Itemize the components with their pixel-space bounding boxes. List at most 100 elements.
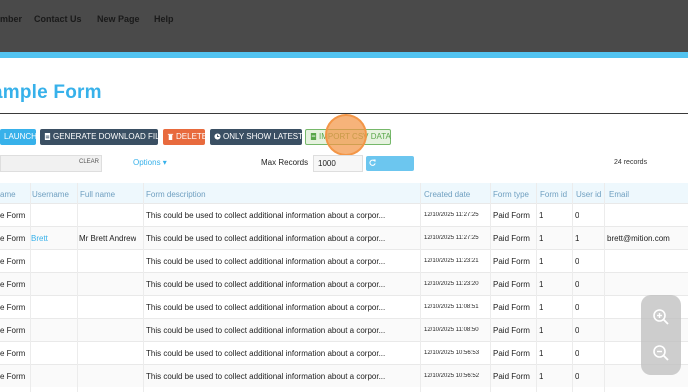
column-header-form-description[interactable]: Form description	[146, 190, 206, 199]
cell-created-date: 12/10/2025 11:08:51	[424, 304, 479, 310]
max-records-input[interactable]: 1000	[313, 155, 363, 172]
refresh-label: REFRESH	[369, 175, 403, 182]
cell-created-date: 12/10/2025 11:23:21	[424, 258, 479, 264]
column-divider	[77, 183, 78, 392]
cell-name: e Form	[0, 211, 26, 220]
cell-user-id: 0	[575, 349, 580, 358]
cell-full-name: Mr Brett Andrew	[79, 234, 137, 243]
only-show-latest-button[interactable]: ONLY SHOW LATEST	[210, 129, 304, 145]
page-title: ample Form	[0, 82, 102, 103]
column-header-form-id[interactable]: Form id	[540, 190, 567, 199]
cell-form-id: 1	[539, 349, 544, 358]
cell-user-id: 0	[575, 303, 580, 312]
column-divider	[572, 183, 573, 392]
delete-button[interactable]: DELETE	[163, 129, 207, 145]
cell-created-date: 12/10/2025 10:56:53	[424, 350, 480, 356]
cell-email: brett@mition.com	[607, 234, 670, 243]
cell-created-date: 12/10/2025 11:27:25	[424, 212, 479, 218]
cell-user-id: 0	[575, 326, 580, 335]
cell-form-description: This could be used to collect additional…	[146, 372, 386, 381]
column-divider	[490, 183, 491, 392]
cell-user-id: 0	[575, 280, 580, 289]
cell-form-type: Paid Form	[493, 234, 530, 243]
cell-created-date: 12/10/2025 11:08:50	[424, 327, 479, 333]
record-count: 24 records	[614, 159, 648, 166]
column-header-user-id[interactable]: User id	[576, 190, 601, 199]
cell-name: e Form	[0, 234, 26, 243]
cell-form-id: 1	[539, 234, 544, 243]
table-row[interactable]: e Form This could be used to collect addi…	[0, 272, 688, 295]
column-divider	[30, 183, 31, 392]
cell-user-id: 0	[575, 211, 580, 220]
column-header-username[interactable]: Username	[32, 190, 69, 199]
nav-item-contact-us[interactable]: Contact Us	[34, 14, 82, 24]
cell-name: e Form	[0, 257, 26, 266]
cell-name: e Form	[0, 280, 26, 289]
refresh-icon	[369, 159, 376, 166]
latest-label: ONLY SHOW LATEST	[223, 132, 304, 141]
column-header-created-date[interactable]: Created date	[424, 190, 470, 199]
cell-user-id: 1	[575, 234, 580, 243]
cell-created-date: 12/10/2025 11:27:25	[424, 235, 479, 241]
cell-form-type: Paid Form	[493, 326, 530, 335]
table-row[interactable]: e Form This could be used to collect addi…	[0, 295, 688, 318]
column-header-form-type[interactable]: Form type	[493, 190, 529, 199]
nav-item-member[interactable]: mber	[0, 14, 22, 24]
cell-user-id: 0	[575, 257, 580, 266]
cell-form-type: Paid Form	[493, 280, 530, 289]
table-row[interactable]: e Form This could be used to collect addi…	[0, 341, 688, 364]
column-divider	[420, 183, 421, 392]
launch-button[interactable]: LAUNCH	[0, 129, 37, 145]
download-file-icon	[44, 133, 51, 140]
zoom-in-button[interactable]	[641, 297, 681, 337]
cell-form-id: 1	[539, 257, 544, 266]
cell-form-description: This could be used to collect additional…	[146, 349, 386, 358]
column-divider	[143, 183, 144, 392]
cell-form-description: This could be used to collect additional…	[146, 257, 386, 266]
cell-form-description: This could be used to collect additional…	[146, 303, 386, 312]
cell-form-description: This could be used to collect additional…	[146, 211, 386, 220]
cell-form-description: This could be used to collect additional…	[146, 234, 386, 243]
cell-form-id: 1	[539, 211, 544, 220]
refresh-button[interactable]: REFRESH	[366, 156, 414, 182]
zoom-out-icon	[653, 345, 669, 361]
cell-username[interactable]: Brett	[31, 234, 48, 243]
cell-name: e Form	[0, 349, 26, 358]
zoom-out-button[interactable]	[641, 333, 681, 373]
column-header-name[interactable]: ame	[0, 190, 16, 199]
top-navigation: mber Contact Us New Page Help	[0, 0, 688, 52]
cell-form-type: Paid Form	[493, 349, 530, 358]
max-records-label: Max Records	[261, 158, 309, 167]
cell-form-type: Paid Form	[493, 303, 530, 312]
column-divider	[536, 183, 537, 392]
generate-label: GENERATE DOWNLOAD FILE	[53, 132, 165, 141]
clock-icon	[214, 133, 221, 140]
table-row[interactable]: e Form This could be used to collect addi…	[0, 364, 688, 387]
cell-form-type: Paid Form	[493, 257, 530, 266]
table-row[interactable]: e Form Brett Mr Brett Andrew This could be …	[0, 226, 688, 249]
zoom-controls	[641, 295, 681, 375]
cell-form-description: This could be used to collect additional…	[146, 280, 386, 289]
launch-label: LAUNCH	[4, 132, 37, 141]
nav-item-help[interactable]: Help	[154, 14, 174, 24]
accent-bar	[0, 52, 688, 58]
cell-created-date: 12/10/2025 10:56:52	[424, 373, 480, 379]
generate-download-button[interactable]: GENERATE DOWNLOAD FILE	[40, 129, 165, 145]
column-header-email[interactable]: Email	[609, 190, 629, 199]
cell-created-date: 12/10/2025 11:23:20	[424, 281, 479, 287]
cell-form-id: 1	[539, 372, 544, 381]
table-row[interactable]: e Form This could be used to collect addi…	[0, 203, 688, 226]
column-header-full-name[interactable]: Full name	[80, 190, 115, 199]
click-highlight	[325, 114, 367, 156]
options-dropdown[interactable]: Options ▾	[133, 158, 167, 167]
clear-search-button[interactable]: CLEAR	[79, 159, 99, 165]
cell-name: e Form	[0, 303, 26, 312]
cell-form-description: This could be used to collect additional…	[146, 326, 386, 335]
table-row[interactable]: e Form This could be used to collect addi…	[0, 249, 688, 272]
cell-form-type: Paid Form	[493, 372, 530, 381]
nav-item-new-page[interactable]: New Page	[97, 14, 140, 24]
trash-icon	[167, 133, 174, 140]
table-row[interactable]: e Form This could be used to collect addi…	[0, 318, 688, 341]
column-divider	[604, 183, 605, 392]
cell-form-id: 1	[539, 303, 544, 312]
